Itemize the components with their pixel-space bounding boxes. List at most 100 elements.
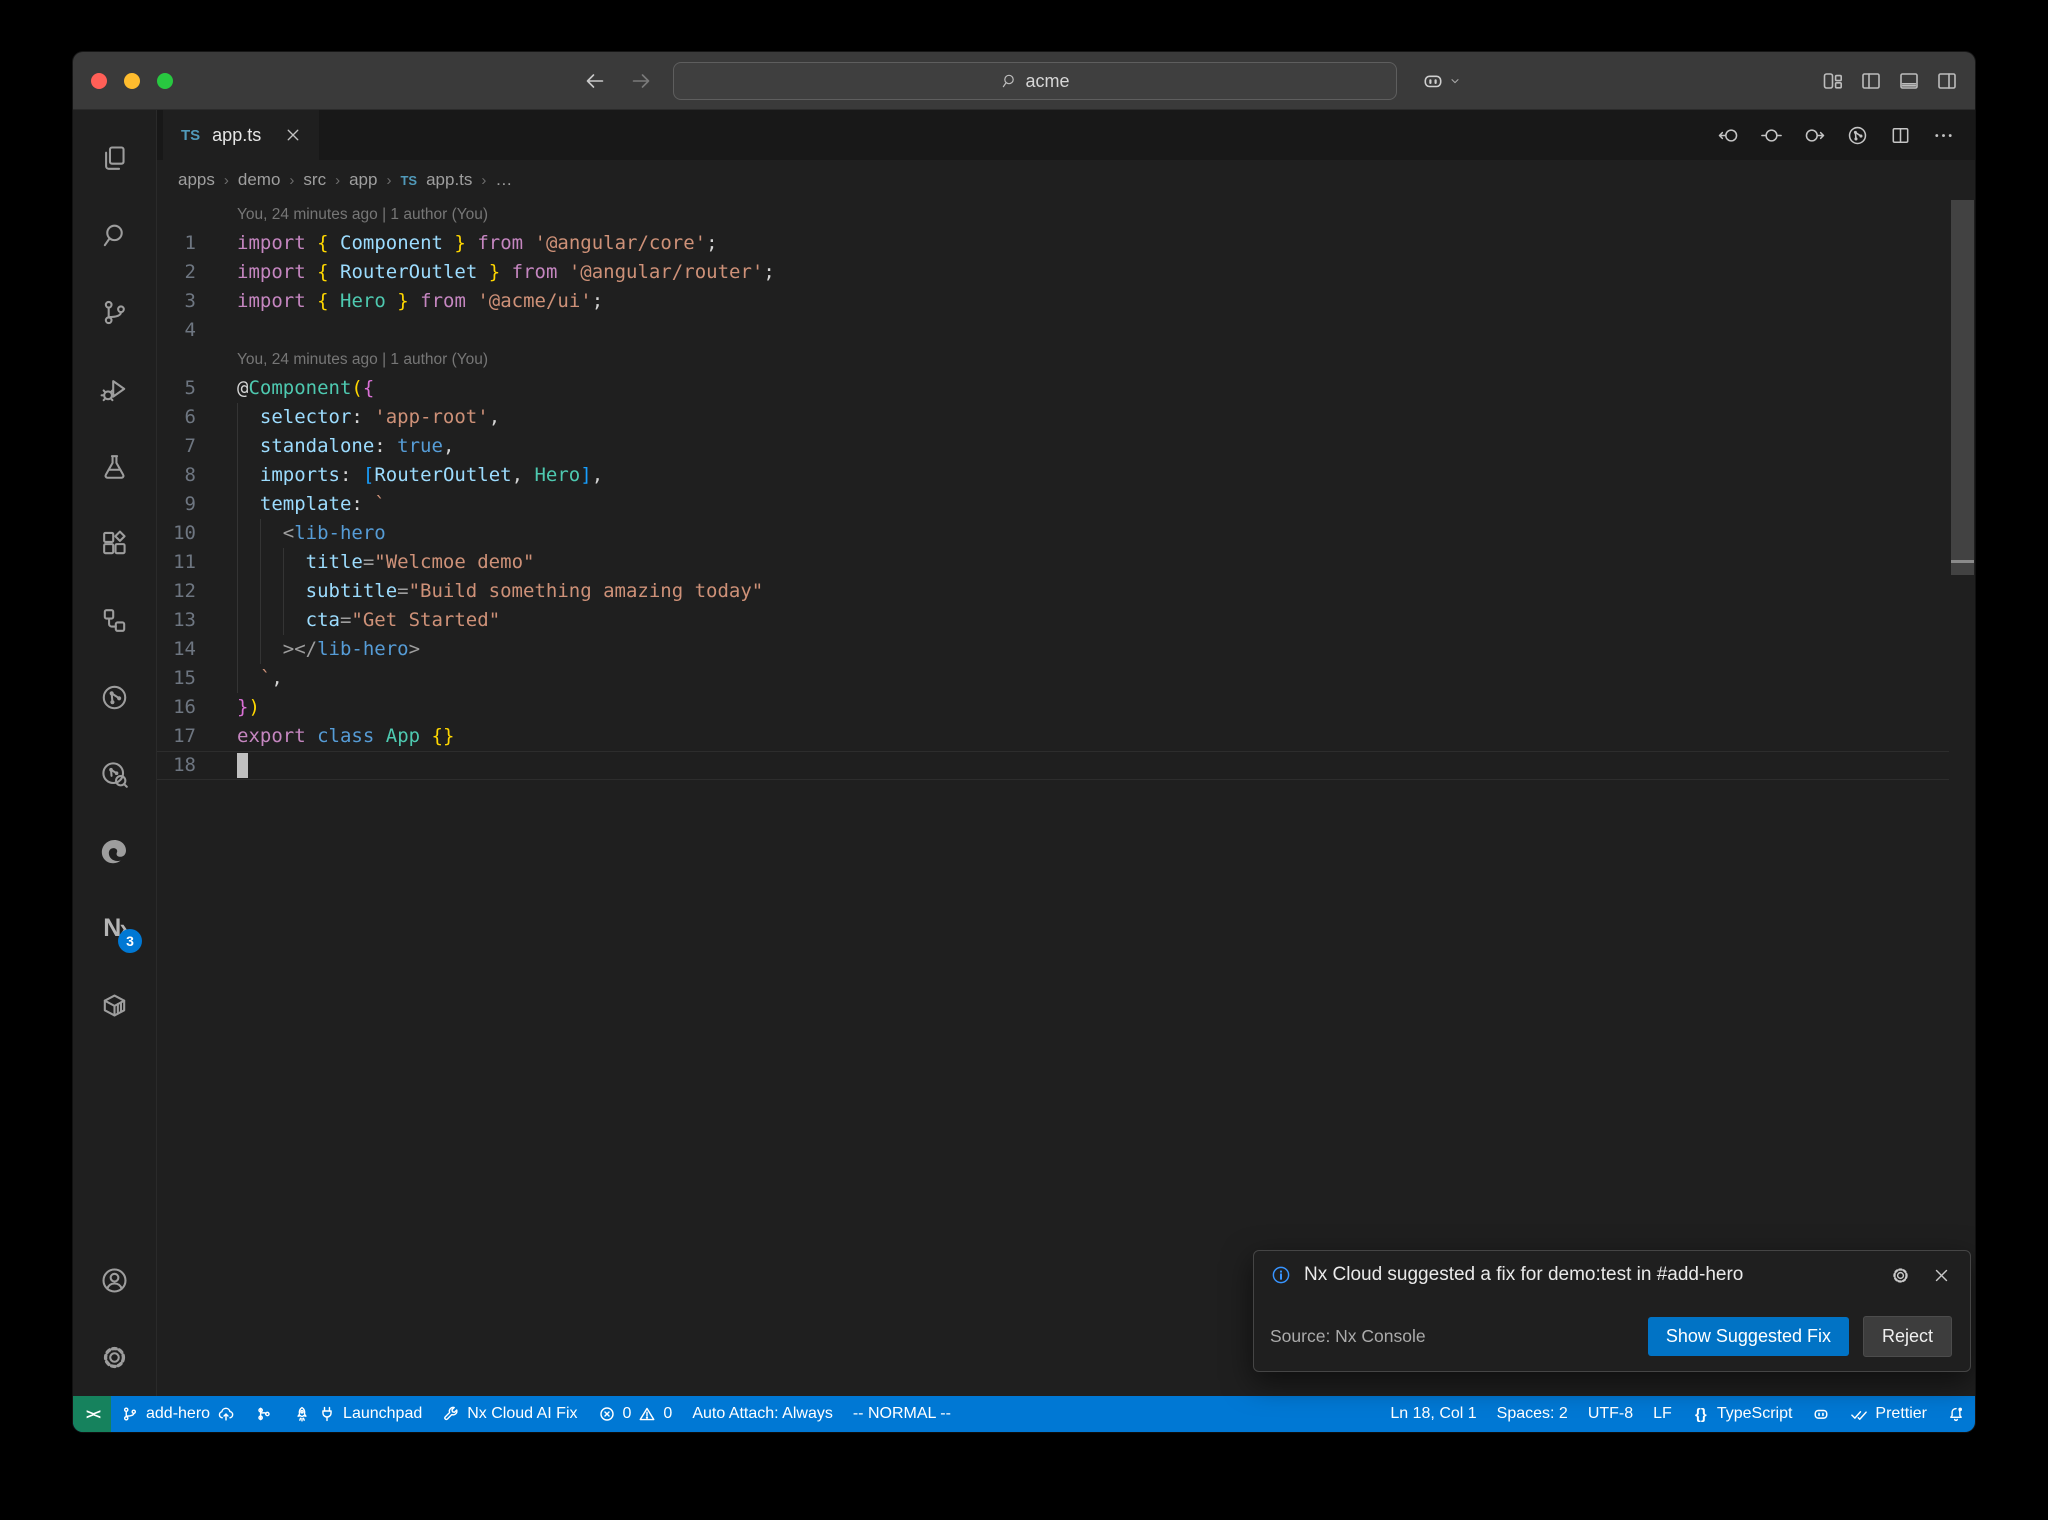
indent-guide: [282, 577, 284, 606]
back-button[interactable]: [583, 69, 607, 93]
zoom-window-button[interactable]: [157, 72, 173, 89]
line-number[interactable]: 8: [157, 461, 237, 490]
next-change-button[interactable]: [1803, 124, 1826, 147]
activity-item-testing[interactable]: [73, 428, 156, 505]
code-line-11[interactable]: 11 title="Welcmoe demo": [157, 548, 1949, 577]
activity-item-nx-graph-search[interactable]: [73, 736, 156, 813]
activity-item-run-and-debug[interactable]: [73, 351, 156, 428]
code-line-15[interactable]: 15 `,: [157, 664, 1949, 693]
code-editor[interactable]: You, 24 minutes ago | 1 author (You) 1 imp…: [157, 200, 1975, 1396]
reject-button[interactable]: Reject: [1862, 1316, 1952, 1357]
status-formatter-prettier[interactable]: Prettier: [1840, 1396, 1937, 1432]
code-line-6[interactable]: 6 selector: 'app-root',: [157, 403, 1949, 432]
line-number[interactable]: 2: [157, 258, 237, 287]
status-encoding[interactable]: UTF-8: [1578, 1396, 1643, 1432]
line-number[interactable]: 9: [157, 490, 237, 519]
status-remote-indicator[interactable]: ><: [73, 1396, 111, 1432]
forward-button[interactable]: [629, 69, 653, 93]
activity-item-containers[interactable]: [73, 967, 156, 1044]
status-problems[interactable]: 00: [588, 1396, 683, 1432]
status-git-graph[interactable]: [245, 1396, 283, 1432]
status-notifications[interactable]: [1937, 1396, 1975, 1432]
status-cursor-position[interactable]: Ln 18, Col 1: [1380, 1396, 1486, 1432]
status-git-branch[interactable]: add-hero: [111, 1396, 245, 1432]
line-number[interactable]: 14: [157, 635, 237, 664]
close-window-button[interactable]: [91, 72, 107, 89]
status-eol[interactable]: LF: [1643, 1396, 1682, 1432]
copilot-menu[interactable]: [1421, 69, 1463, 93]
command-center-search[interactable]: acme: [673, 62, 1397, 100]
activity-item-settings[interactable]: [73, 1319, 156, 1396]
notification-settings-icon[interactable]: [1890, 1265, 1911, 1286]
activity-item-nx-target[interactable]: [73, 659, 156, 736]
activity-item-edge-browser[interactable]: [73, 813, 156, 890]
code-line-2[interactable]: 2 import { RouterOutlet } from '@angular/…: [157, 258, 1949, 287]
line-number[interactable]: 5: [157, 374, 237, 403]
code-line-8[interactable]: 8 imports: [RouterOutlet, Hero],: [157, 461, 1949, 490]
code-line-16[interactable]: 16}): [157, 693, 1949, 722]
line-number[interactable]: 11: [157, 548, 237, 577]
previous-change-button[interactable]: [1717, 124, 1740, 147]
line-number[interactable]: 17: [157, 722, 237, 751]
line-number[interactable]: 15: [157, 664, 237, 693]
line-number[interactable]: 6: [157, 403, 237, 432]
split-editor-button[interactable]: [1889, 124, 1912, 147]
code-line-4[interactable]: 4: [157, 316, 1949, 345]
close-tab-icon[interactable]: [283, 125, 303, 145]
activity-item-type-hierarchy[interactable]: [73, 582, 156, 659]
line-number[interactable]: 1: [157, 229, 237, 258]
status-language-mode[interactable]: {} TypeScript: [1682, 1396, 1803, 1432]
line-number[interactable]: 16: [157, 693, 237, 722]
breadcrumb-file[interactable]: app.ts: [426, 170, 472, 190]
breadcrumb-item[interactable]: src: [303, 170, 326, 190]
code-line-9[interactable]: 9 template: `: [157, 490, 1949, 519]
activity-item-explorer[interactable]: [73, 120, 156, 197]
line-number[interactable]: 13: [157, 606, 237, 635]
toggle-primary-sidebar-button[interactable]: [1859, 69, 1883, 93]
notification-close-icon[interactable]: [1931, 1265, 1952, 1286]
code-line-1[interactable]: 1 import { Component } from '@angular/cor…: [157, 229, 1949, 258]
toggle-secondary-sidebar-button[interactable]: [1935, 69, 1959, 93]
line-number[interactable]: 18: [157, 751, 237, 780]
code-line-18[interactable]: 18: [157, 751, 1949, 780]
status-text: UTF-8: [1587, 1405, 1634, 1422]
code-line-10[interactable]: 10 <lib-hero: [157, 519, 1949, 548]
line-number[interactable]: 7: [157, 432, 237, 461]
code-line-12[interactable]: 12 subtitle="Build something amazing tod…: [157, 577, 1949, 606]
status-vim-mode[interactable]: -- NORMAL --: [843, 1396, 961, 1432]
activity-item-extensions[interactable]: [73, 505, 156, 582]
toggle-panel-button[interactable]: [1897, 69, 1921, 93]
minimize-window-button[interactable]: [124, 72, 140, 89]
activity-item-search[interactable]: [73, 197, 156, 274]
activity-item-nx-console[interactable]: N› 3: [73, 890, 156, 967]
breadcrumb-item[interactable]: app: [349, 170, 377, 190]
tab-app-ts[interactable]: TS app.ts: [163, 110, 320, 160]
breadcrumb-item[interactable]: apps: [178, 170, 215, 190]
activity-item-source-control[interactable]: [73, 274, 156, 351]
line-number[interactable]: 4: [157, 316, 237, 345]
code-line-13[interactable]: 13 cta="Get Started": [157, 606, 1949, 635]
line-number[interactable]: 3: [157, 287, 237, 316]
status-nx-cloud-ai-fix[interactable]: Nx Cloud AI Fix: [432, 1396, 587, 1432]
customize-layout-button[interactable]: [1821, 69, 1845, 93]
nx-run-target-button[interactable]: [1846, 124, 1869, 147]
code-line-3[interactable]: 3 import { Hero } from '@acme/ui';: [157, 287, 1949, 316]
code-line-14[interactable]: 14 ></lib-hero>: [157, 635, 1949, 664]
activity-item-accounts[interactable]: [73, 1242, 156, 1319]
vertical-scrollbar[interactable]: [1951, 200, 1974, 575]
code-line-7[interactable]: 7 standalone: true,: [157, 432, 1949, 461]
more-actions-button[interactable]: [1932, 124, 1955, 147]
status-indentation[interactable]: Spaces: 2: [1487, 1396, 1578, 1432]
current-change-button[interactable]: [1760, 124, 1783, 147]
status-launchpad[interactable]: Launchpad: [283, 1396, 432, 1432]
bell-dot-icon: [1947, 1405, 1965, 1423]
show-suggested-fix-button[interactable]: Show Suggested Fix: [1647, 1317, 1849, 1356]
status-copilot-status[interactable]: [1802, 1396, 1840, 1432]
breadcrumb-item[interactable]: demo: [238, 170, 281, 190]
code-line-17[interactable]: 17 export class App {}: [157, 722, 1949, 751]
status-auto-attach[interactable]: Auto Attach: Always: [682, 1396, 843, 1432]
code-line-5[interactable]: 5 @Component({: [157, 374, 1949, 403]
line-number[interactable]: 12: [157, 577, 237, 606]
line-number[interactable]: 10: [157, 519, 237, 548]
breadcrumb-tail[interactable]: …: [495, 170, 512, 190]
